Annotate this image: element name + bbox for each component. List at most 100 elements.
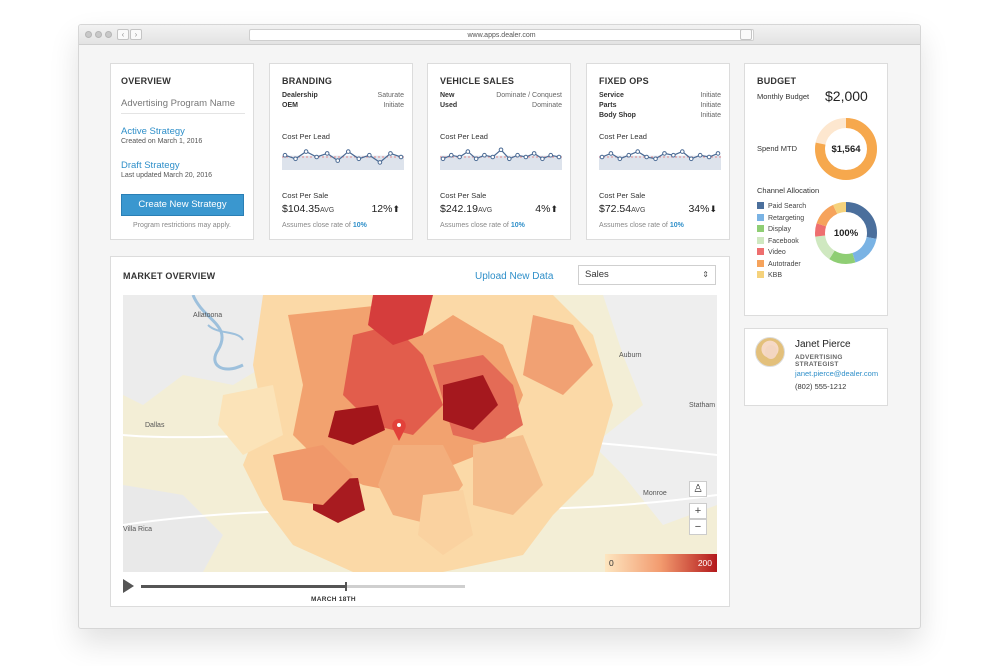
program-name-input[interactable]: Advertising Program Name bbox=[121, 98, 245, 114]
cost-per-lead-label: Cost Per Lead bbox=[282, 132, 330, 141]
contact-phone: (802) 555-1212 bbox=[795, 382, 847, 391]
back-icon[interactable]: ‹ bbox=[117, 29, 129, 40]
sparkline-point bbox=[498, 147, 504, 153]
channel-row: Dealership Saturate bbox=[282, 92, 404, 99]
budget-card: BUDGET Monthly Budget $2,000 Spend MTD $… bbox=[744, 63, 888, 316]
window-close-dot[interactable] bbox=[85, 31, 92, 38]
cost-per-sale-value: $72.54AVG bbox=[599, 203, 646, 215]
timeline-date-label: MARCH 18TH bbox=[311, 596, 356, 603]
market-map[interactable]: Allatoona Dallas Auburn Statham Monroe V… bbox=[123, 295, 717, 572]
channel-row-value: Initiate bbox=[700, 102, 721, 109]
forward-icon[interactable]: › bbox=[130, 29, 142, 40]
cost-per-lead-sparkline bbox=[440, 147, 562, 170]
place-label: Monroe bbox=[643, 490, 667, 497]
sparkline-point bbox=[345, 149, 351, 154]
browser-toolbar: ‹ › www.apps.dealer.com bbox=[79, 25, 920, 45]
legend-swatch bbox=[757, 259, 764, 267]
market-overview-card: MARKET OVERVIEW Upload New Data Sales ⇕ bbox=[110, 256, 730, 607]
program-restrictions-note: Program restrictions may apply. bbox=[133, 222, 231, 229]
arrow-down-icon: ⬇ bbox=[709, 204, 717, 214]
legend-swatch bbox=[757, 271, 764, 278]
sparkline-point bbox=[314, 154, 319, 160]
channel-row-key: OEM bbox=[282, 102, 298, 109]
active-strategy-date: Created on March 1, 2016 bbox=[121, 138, 203, 145]
legend-label: Video bbox=[768, 249, 786, 256]
close-rate-link[interactable]: 10% bbox=[511, 222, 525, 229]
legend-label: Paid Search bbox=[768, 203, 807, 210]
card-title: VEHICLE SALES bbox=[440, 76, 515, 86]
channel-row: Parts Initiate bbox=[599, 102, 721, 109]
close-rate-note: Assumes close rate of 10% bbox=[440, 222, 525, 229]
sparkline-point bbox=[635, 149, 640, 154]
channel-row: OEM Initiate bbox=[282, 102, 404, 109]
upload-new-data-link[interactable]: Upload New Data bbox=[475, 271, 553, 282]
legend-label: Autotrader bbox=[768, 260, 801, 268]
budget-title: BUDGET bbox=[757, 76, 797, 86]
fixed-ops-card: FIXED OPS Service Initiate Parts Initiate Bod… bbox=[586, 63, 730, 240]
contact-name: Janet Pierce bbox=[795, 339, 851, 350]
arrow-up-icon: ⬆ bbox=[392, 204, 400, 214]
legend-max: 200 bbox=[697, 558, 712, 568]
window-minimize-dot[interactable] bbox=[95, 31, 102, 38]
zoom-in-button[interactable]: + bbox=[689, 503, 707, 519]
channel-row-value: Initiate bbox=[700, 112, 721, 119]
sparkline-point bbox=[440, 156, 446, 162]
sparkline-point bbox=[506, 156, 512, 162]
close-rate-link[interactable]: 10% bbox=[670, 222, 684, 229]
channel-row: Service Initiate bbox=[599, 92, 721, 99]
contact-email-link[interactable]: janet.pierce@dealer.com bbox=[795, 369, 878, 378]
spend-donut: $1,564 bbox=[815, 118, 877, 180]
sparkline-point bbox=[490, 154, 496, 160]
cost-per-sale-label: Cost Per Sale bbox=[440, 191, 487, 200]
avatar bbox=[755, 337, 785, 367]
sparkline-point bbox=[540, 156, 545, 162]
close-rate-link[interactable]: 10% bbox=[353, 222, 367, 229]
contact-card: Janet Pierce ADVERTISING STRATEGIST jane… bbox=[744, 328, 888, 406]
sparkline-point bbox=[356, 156, 362, 162]
sparkline-point bbox=[482, 152, 487, 158]
zoom-out-button[interactable]: − bbox=[689, 519, 707, 535]
share-icon[interactable] bbox=[740, 29, 752, 40]
place-label: Allatoona bbox=[193, 312, 222, 319]
timeline-handle[interactable] bbox=[345, 582, 348, 591]
sparkline-point bbox=[335, 158, 341, 163]
contact-role: ADVERTISING STRATEGIST bbox=[795, 354, 843, 368]
street-view-pegman-icon[interactable]: ♙ bbox=[689, 481, 707, 497]
sparkline-point bbox=[448, 152, 454, 158]
overview-card: OVERVIEW Advertising Program Name Active… bbox=[110, 63, 254, 240]
draft-strategy-link[interactable]: Draft Strategy bbox=[121, 160, 180, 171]
sparkline-point bbox=[653, 156, 658, 162]
channel-row: New Dominate / Conquest bbox=[440, 92, 562, 99]
legend-label: Facebook bbox=[768, 237, 799, 245]
sparkline-point bbox=[398, 154, 404, 160]
legend-label: KBB bbox=[768, 272, 783, 279]
sparkline-point bbox=[680, 149, 685, 154]
sparkline-point bbox=[697, 152, 703, 158]
play-icon[interactable] bbox=[123, 579, 134, 593]
sparkline-point bbox=[303, 149, 309, 154]
timeline-slider[interactable] bbox=[141, 582, 465, 591]
legend-label: Display bbox=[768, 226, 791, 233]
draft-strategy-date: Last updated March 20, 2016 bbox=[121, 172, 213, 179]
sparkline-point bbox=[706, 154, 712, 160]
channel-row-value: Initiate bbox=[383, 102, 404, 109]
channel-legend-item: Autotrader bbox=[757, 259, 801, 269]
window-zoom-dot[interactable] bbox=[105, 31, 112, 38]
card-title: BRANDING bbox=[282, 76, 333, 86]
market-overview-title: MARKET OVERVIEW bbox=[123, 271, 216, 281]
active-strategy-link[interactable]: Active Strategy bbox=[121, 126, 185, 137]
channel-legend-item: Display bbox=[757, 225, 791, 234]
sparkline-point bbox=[626, 152, 632, 158]
sparkline-point bbox=[688, 156, 694, 162]
channel-allocation-label: Channel Allocation bbox=[757, 186, 820, 195]
metric-select[interactable]: Sales ⇕ bbox=[578, 265, 716, 285]
close-rate-note: Assumes close rate of 10% bbox=[282, 222, 367, 229]
legend-swatch bbox=[757, 248, 764, 255]
cost-per-lead-label: Cost Per Lead bbox=[440, 132, 488, 141]
select-arrows-icon: ⇕ bbox=[702, 270, 709, 279]
monthly-budget-label: Monthly Budget bbox=[757, 92, 810, 101]
channel-row-value: Dominate bbox=[532, 102, 562, 109]
sparkline-point bbox=[473, 156, 479, 162]
address-bar[interactable]: www.apps.dealer.com bbox=[249, 29, 754, 41]
create-new-strategy-button[interactable]: Create New Strategy bbox=[121, 194, 244, 216]
